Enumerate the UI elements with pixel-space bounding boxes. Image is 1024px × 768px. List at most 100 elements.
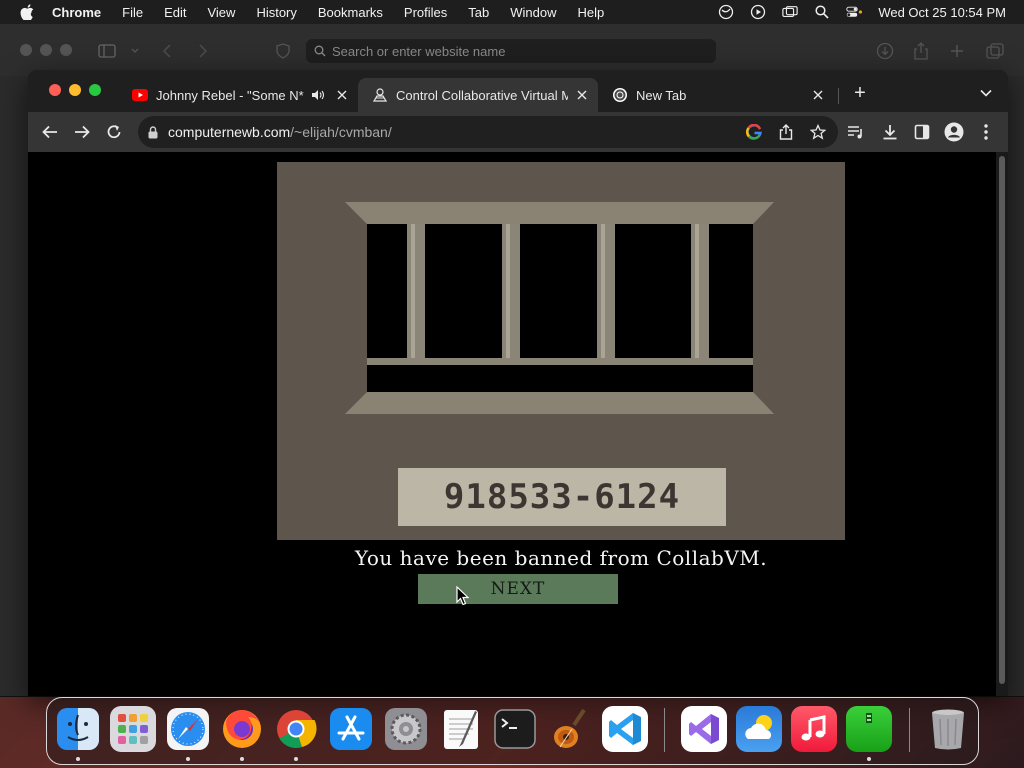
side-panel-icon[interactable]: [912, 122, 932, 142]
chrome-icon[interactable]: [273, 706, 319, 752]
menu-window[interactable]: Window: [510, 5, 556, 20]
bookmark-star-icon[interactable]: [808, 122, 828, 142]
finder-icon[interactable]: [55, 706, 101, 752]
visual-studio-icon[interactable]: [681, 706, 727, 752]
music-icon[interactable]: [791, 706, 837, 752]
mouse-cursor-icon: [456, 586, 470, 606]
collabvm-icon: [372, 87, 388, 103]
screen-recording-icon[interactable]: [750, 4, 766, 20]
apple-menu-icon[interactable]: [18, 3, 36, 21]
ban-illustration-panel: 918533-6124: [277, 162, 845, 540]
back-icon[interactable]: [40, 122, 60, 142]
bg-tab-overview-icon[interactable]: [986, 42, 1004, 60]
vscode-icon[interactable]: [602, 706, 648, 752]
address-bar[interactable]: computernewb.com/~elijah/cvmban/: [138, 116, 838, 148]
new-tab-button[interactable]: +: [850, 83, 870, 103]
weather-icon[interactable]: [736, 706, 782, 752]
firefox-icon[interactable]: [219, 706, 265, 752]
audio-playing-icon[interactable]: [310, 87, 326, 103]
tab-separator: [838, 88, 839, 104]
textedit-icon[interactable]: [438, 706, 484, 752]
ban-code-box: 918533-6124: [398, 468, 726, 526]
sidebar-toggle-icon[interactable]: [98, 42, 116, 60]
background-address-bar[interactable]: Search or enter website name: [306, 39, 716, 63]
bg-share-icon[interactable]: [912, 42, 930, 60]
terminal-icon[interactable]: [492, 706, 538, 752]
tab-close-icon[interactable]: [810, 87, 826, 103]
address-search-icon: [314, 45, 326, 57]
control-center-icon[interactable]: [846, 4, 863, 20]
page-viewport: 918533-6124 You have been banned from Co…: [28, 152, 1008, 696]
tab-search-chevron-icon[interactable]: [976, 83, 996, 103]
vertical-scrollbar[interactable]: [996, 152, 1008, 696]
google-lens-icon[interactable]: [744, 122, 764, 142]
bg-downloads-icon[interactable]: [876, 42, 894, 60]
trash-icon[interactable]: [925, 706, 971, 752]
tab-title: New Tab: [636, 87, 687, 103]
menu-tab[interactable]: Tab: [468, 5, 489, 20]
zoom-window-button[interactable]: [89, 84, 101, 96]
tab-youtube[interactable]: Johnny Rebel - "Some N*: [118, 78, 358, 112]
menu-app-name[interactable]: Chrome: [52, 5, 101, 20]
menu-bar-clock[interactable]: Wed Oct 25 10:54 PM: [878, 5, 1006, 20]
dock: [46, 697, 979, 765]
tab-new-tab[interactable]: New Tab: [598, 78, 834, 112]
safari-icon[interactable]: [165, 706, 211, 752]
running-indicator: [76, 757, 80, 761]
window-manager-icon[interactable]: [782, 4, 799, 20]
close-window-button[interactable]: [49, 84, 61, 96]
menu-view[interactable]: View: [207, 5, 235, 20]
menu-bookmarks[interactable]: Bookmarks: [318, 5, 383, 20]
chrome-window: Johnny Rebel - "Some N* Control Collabor…: [28, 70, 1008, 696]
bg-zoom-dot[interactable]: [60, 44, 72, 56]
spotlight-search-icon[interactable]: [814, 4, 830, 20]
youtube-icon: [132, 87, 148, 103]
background-window-toolbar: Search or enter website name: [0, 24, 1024, 76]
chrome-menu-icon[interactable]: [976, 122, 996, 142]
running-indicator: [240, 757, 244, 761]
bg-back-icon[interactable]: [158, 42, 176, 60]
bg-new-tab-icon[interactable]: [948, 42, 966, 60]
menu-history[interactable]: History: [256, 5, 296, 20]
next-button[interactable]: NEXT: [418, 574, 618, 604]
scrollbar-thumb[interactable]: [999, 156, 1005, 684]
dock-separator: [664, 708, 665, 752]
ban-code: 918533-6124: [443, 477, 681, 517]
menu-bar: Chrome File Edit View History Bookmarks …: [0, 0, 1024, 24]
tab-strip: Johnny Rebel - "Some N* Control Collabor…: [28, 70, 1008, 112]
share-page-icon[interactable]: [776, 122, 796, 142]
running-indicator: [867, 757, 871, 761]
vpn-status-icon[interactable]: [718, 4, 734, 20]
bg-forward-icon[interactable]: [194, 42, 212, 60]
bg-close-dot[interactable]: [20, 44, 32, 56]
menu-edit[interactable]: Edit: [164, 5, 186, 20]
launchpad-icon[interactable]: [110, 706, 156, 752]
dock-separator: [909, 708, 910, 752]
running-indicator: [186, 757, 190, 761]
url-path: /~elijah/cvmban/: [290, 124, 392, 140]
gpu-monitor-icon[interactable]: [846, 706, 892, 752]
minimize-window-button[interactable]: [69, 84, 81, 96]
bg-minimize-dot[interactable]: [40, 44, 52, 56]
forward-icon[interactable]: [72, 122, 92, 142]
system-settings-icon[interactable]: [383, 706, 429, 752]
privacy-shield-icon[interactable]: [274, 42, 292, 60]
profile-avatar-icon[interactable]: [944, 122, 964, 142]
jail-window-illustration: [345, 202, 774, 414]
app-store-icon[interactable]: [328, 706, 374, 752]
downloads-icon[interactable]: [880, 122, 900, 142]
reload-icon[interactable]: [104, 122, 124, 142]
banned-message: You have been banned from CollabVM.: [354, 546, 768, 570]
tab-close-icon[interactable]: [334, 87, 350, 103]
tab-close-icon[interactable]: [574, 87, 590, 103]
menu-help[interactable]: Help: [578, 5, 605, 20]
menu-profiles[interactable]: Profiles: [404, 5, 447, 20]
garageband-icon[interactable]: [547, 706, 593, 752]
sidebar-chevron-icon[interactable]: [126, 42, 144, 60]
google-icon: [612, 87, 628, 103]
tab-title: Control Collaborative Virtual M: [396, 87, 568, 103]
lock-icon[interactable]: [148, 125, 158, 139]
menu-file[interactable]: File: [122, 5, 143, 20]
tab-collabvm[interactable]: Control Collaborative Virtual M: [358, 78, 598, 112]
media-controls-icon[interactable]: [846, 122, 866, 142]
